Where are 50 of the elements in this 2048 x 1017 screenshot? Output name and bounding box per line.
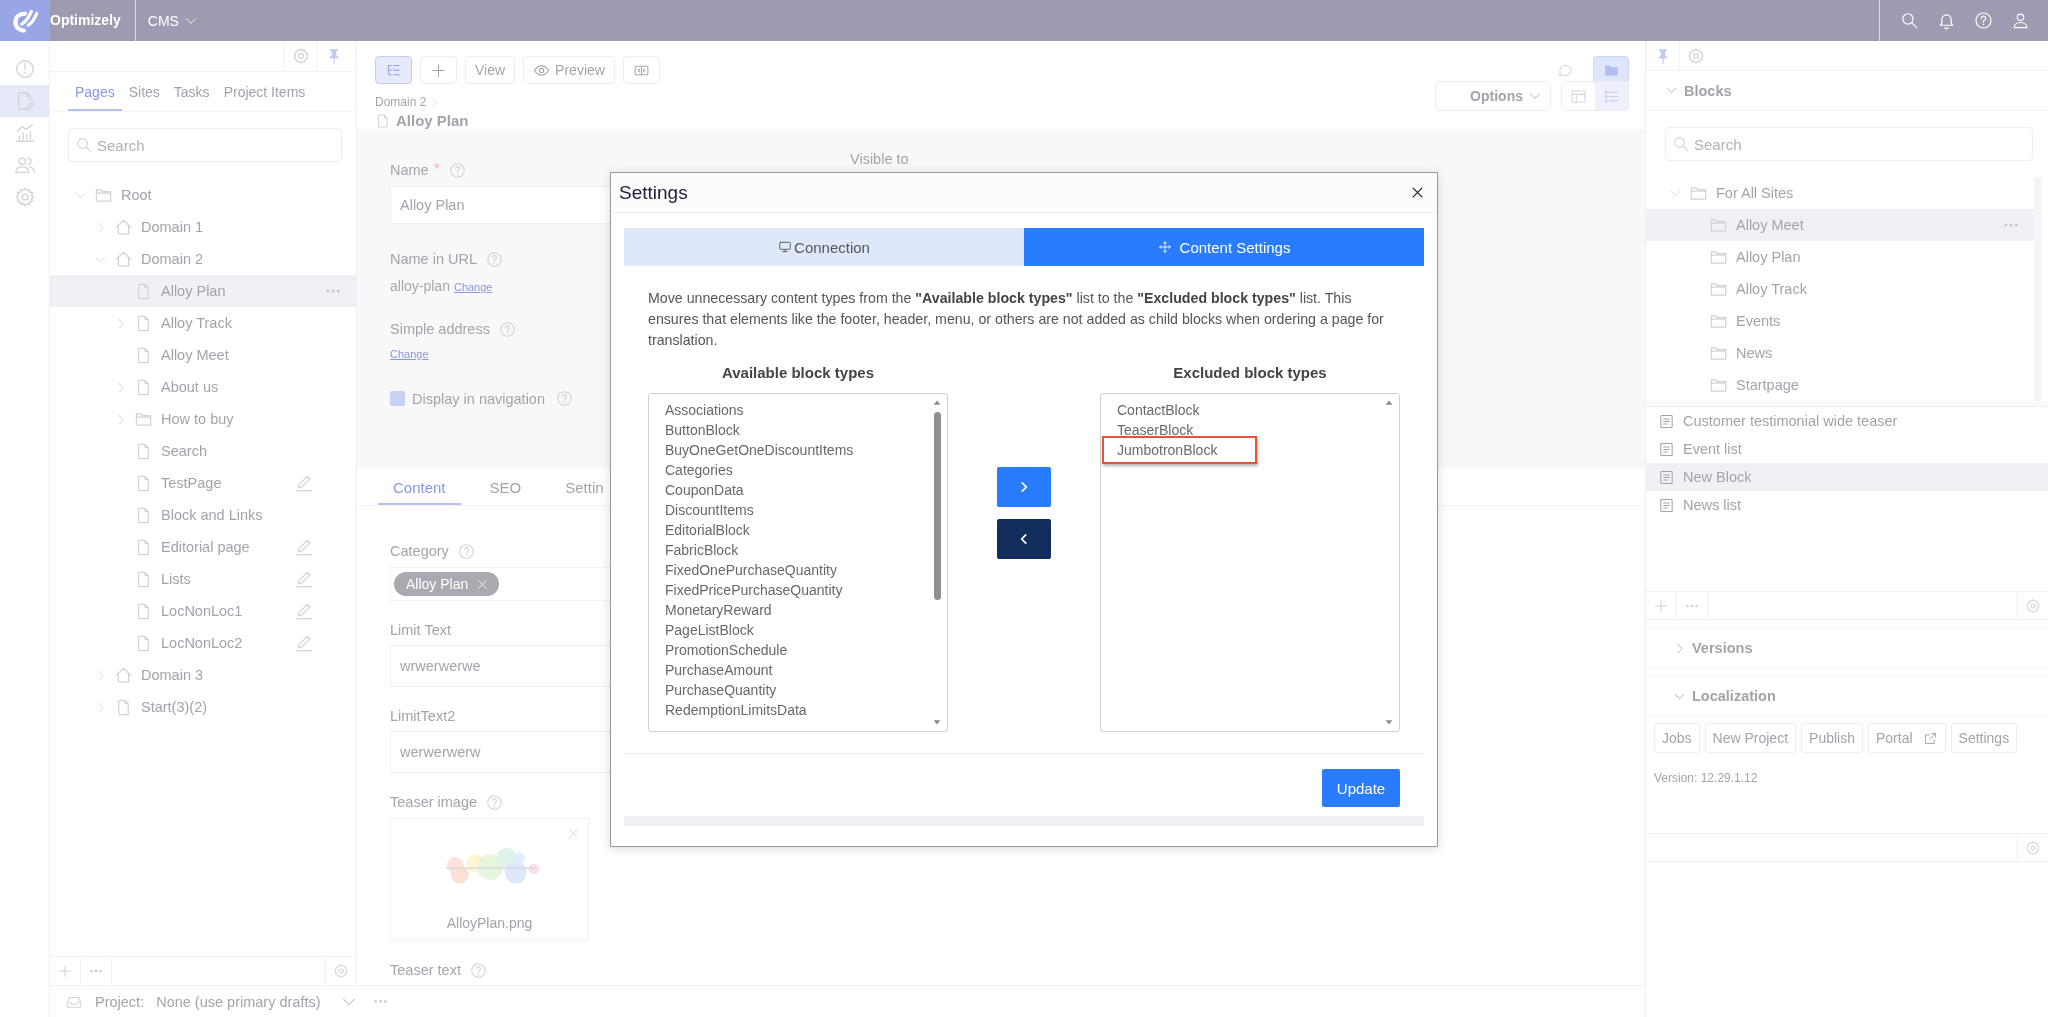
tree-label: Root bbox=[121, 187, 152, 203]
tree-label: Search bbox=[161, 443, 207, 459]
tree-label: Alloy Track bbox=[1736, 281, 1807, 297]
brand-name: Optimizely bbox=[50, 0, 136, 41]
field-label: Visible to bbox=[850, 151, 909, 167]
field-label: Category bbox=[390, 543, 449, 559]
page-title: Alloy Plan bbox=[396, 112, 469, 129]
tree-label: Alloy Meet bbox=[1736, 217, 1804, 233]
tree-label: Editorial page bbox=[161, 539, 250, 555]
dialog-title: Settings bbox=[619, 181, 688, 204]
version-text: Version: 12.29.1.12 bbox=[1653, 770, 1759, 785]
tag-label: Alloy Plan bbox=[406, 576, 469, 592]
tree-label: About us bbox=[161, 379, 219, 395]
tree-label: Domain 1 bbox=[141, 219, 204, 235]
tree-label: Startpage bbox=[1736, 377, 1799, 393]
field-value: alloy-plan bbox=[390, 278, 450, 294]
required-mark: * bbox=[433, 161, 440, 179]
project-label: Project: bbox=[95, 993, 145, 1010]
tree-label: How to buy bbox=[161, 411, 234, 427]
field-label: Name bbox=[390, 162, 429, 178]
tree-label: TestPage bbox=[161, 475, 222, 491]
block-label: Customer testimonial wide teaser bbox=[1683, 413, 1898, 429]
field-label: Teaser image bbox=[390, 794, 478, 810]
tree-label: Alloy Plan bbox=[161, 283, 226, 299]
block-label: New Block bbox=[1683, 469, 1752, 485]
tree-label: Start(3)(2) bbox=[141, 699, 208, 715]
field-label: Simple address bbox=[390, 321, 490, 337]
block-label: News list bbox=[1683, 497, 1741, 513]
tree-label: Domain 2 bbox=[141, 251, 204, 267]
list-heading: Excluded block types bbox=[1172, 364, 1328, 383]
field-label: Teaser text bbox=[390, 962, 461, 978]
tree-label: News bbox=[1736, 345, 1773, 361]
block-label: Event list bbox=[1683, 441, 1742, 457]
tree-label: Alloy Track bbox=[161, 315, 232, 331]
field-label: Limit Text bbox=[390, 622, 451, 638]
description-text: Move unnecessary content types from the "Available block types" list to the "Excluded block types" list. This ensures that elements like the footer, header, menu, or others are not added as child blocks when ordering a page for translation. bbox=[648, 289, 1385, 350]
field-label: Name in URL bbox=[390, 251, 478, 267]
tree-label: Alloy Meet bbox=[161, 347, 229, 363]
tree-label: Events bbox=[1736, 313, 1781, 329]
file-name: AlloyPlan.png bbox=[446, 915, 533, 931]
tree-label: LocNonLoc1 bbox=[161, 603, 243, 619]
tree-label: LocNonLoc2 bbox=[161, 635, 243, 651]
tree-label: Lists bbox=[161, 571, 191, 587]
tree-label: Domain 3 bbox=[141, 667, 204, 683]
list-heading: Available block types bbox=[721, 364, 875, 383]
tree-label: For All Sites bbox=[1716, 185, 1794, 201]
tree-label: Block and Links bbox=[161, 507, 263, 523]
tree-label: Alloy Plan bbox=[1736, 249, 1801, 265]
field-label: LimitText2 bbox=[390, 708, 456, 724]
checkbox-label: Display in navigation bbox=[412, 390, 545, 407]
